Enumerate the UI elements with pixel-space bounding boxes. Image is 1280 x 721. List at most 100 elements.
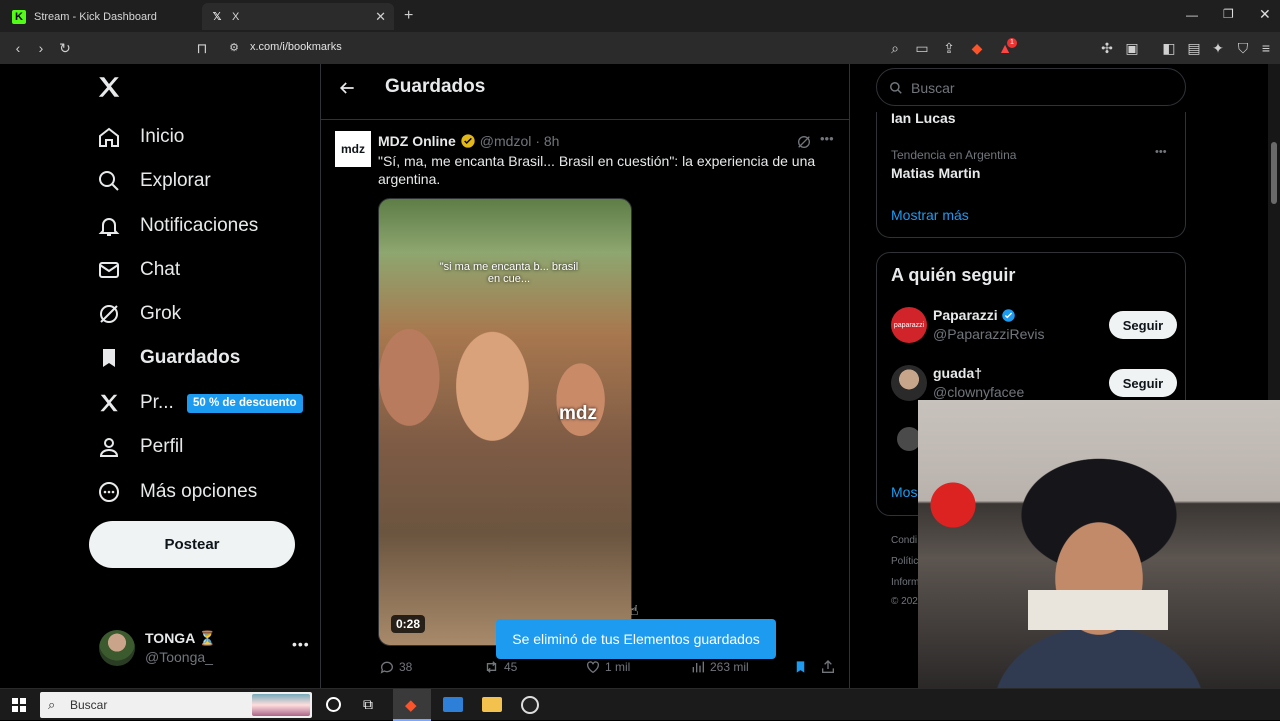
discount-badge[interactable]: 50 % de descuento <box>187 394 303 413</box>
trend-more-icon[interactable]: ••• <box>1155 146 1167 158</box>
retweet-icon <box>486 661 497 673</box>
trend-item[interactable]: Ian Lucas <box>891 110 956 126</box>
search-input[interactable]: Buscar <box>876 68 1186 106</box>
main-column: Guardados mdz MDZ Online @mdzol · 8h •••… <box>320 64 850 688</box>
tab-kick-dashboard[interactable]: K Stream - Kick Dashboard <box>4 3 200 30</box>
follow-button[interactable]: Seguir <box>1109 311 1177 339</box>
maximize-icon[interactable]: ❐ <box>1223 7 1234 21</box>
brave-taskbar-button[interactable]: ◆ <box>393 689 431 721</box>
tab-label: Stream - Kick Dashboard <box>34 10 157 23</box>
account-switcher[interactable]: TONGA ⏳ @Toonga_ ••• <box>99 630 309 670</box>
tab-x[interactable]: 𝕏 X ✕ <box>202 3 394 30</box>
follow-button[interactable]: Seguir <box>1109 369 1177 397</box>
x-logo-icon[interactable] <box>96 74 122 100</box>
wallet-icon[interactable]: ▤ <box>1186 40 1202 56</box>
browser-tab-bar: K Stream - Kick Dashboard 𝕏 X ✕ + — ❐ ✕ <box>0 0 1280 32</box>
site-settings-icon[interactable]: ⚙ <box>226 40 242 56</box>
show-more-link[interactable]: Mostrar más <box>891 207 969 223</box>
avatar[interactable]: paparazzi <box>891 307 927 343</box>
taskbar-search-placeholder: Buscar <box>70 698 108 712</box>
file-explorer-icon[interactable] <box>482 697 502 712</box>
tweet-avatar[interactable]: mdz <box>335 131 371 167</box>
webcam-overlay <box>918 400 1280 688</box>
forward-icon[interactable]: › <box>33 40 49 56</box>
nav-label: Más opciones <box>140 481 258 502</box>
footer-link[interactable]: Inform <box>891 577 919 588</box>
tweet-more-icon[interactable]: ••• <box>820 131 834 146</box>
nav-item-perfil[interactable]: Perfil <box>96 432 183 462</box>
tweet-time[interactable]: · 8h <box>535 133 559 149</box>
post-button[interactable]: Postear <box>89 521 295 568</box>
extensions-icon[interactable]: ✣ <box>1099 40 1115 56</box>
reply-button[interactable]: 38 <box>379 659 412 675</box>
nav-item-notificaciones[interactable]: Notificaciones <box>96 211 258 241</box>
nav-item-inicio[interactable]: Inicio <box>96 122 184 152</box>
cortana-icon[interactable] <box>326 697 341 712</box>
views-button[interactable]: 263 mil <box>690 659 749 675</box>
trends-panel: Ian Lucas Tendencia en Argentina ••• Mat… <box>876 110 1186 238</box>
video-watermark: mdz <box>559 403 597 424</box>
search-placeholder: Buscar <box>911 80 955 96</box>
task-view-icon[interactable]: ⧉ <box>363 696 373 713</box>
share-icon[interactable]: ⇪ <box>941 40 957 56</box>
share-tweet-icon[interactable] <box>820 659 836 675</box>
nav-item-chat[interactable]: Chat <box>96 255 180 285</box>
cast-icon[interactable]: ▭ <box>914 40 930 56</box>
taskbar-search[interactable]: ⌕ Buscar <box>40 692 312 718</box>
scrollbar-thumb[interactable] <box>1271 142 1277 204</box>
trend-item[interactable]: Matias Martin <box>891 165 980 181</box>
sidebar-icon[interactable]: ◧ <box>1161 40 1177 56</box>
vpn-icon[interactable]: ⛉ <box>1235 40 1251 56</box>
avatar[interactable] <box>891 365 927 401</box>
tweet-video[interactable]: "si ma me encanta b... brasil en cue... … <box>378 198 632 646</box>
brave-shield-icon[interactable]: ◆ <box>969 40 985 56</box>
person-icon <box>96 434 122 460</box>
chart-icon <box>692 661 704 673</box>
tweet-text: "Sí, ma, me encanta Brasil... Brasil en … <box>378 153 816 187</box>
nav-item-premium[interactable]: Pr... <box>96 388 174 418</box>
grok-explain-icon[interactable] <box>796 134 812 150</box>
follow-title: A quién seguir <box>891 265 1016 285</box>
verified-gold-icon <box>460 133 476 149</box>
obs-icon[interactable] <box>521 696 539 714</box>
back-arrow-icon[interactable] <box>337 78 357 98</box>
nav-item-guardados[interactable]: Guardados <box>96 343 240 373</box>
footer-copyright: © 202 <box>891 596 918 607</box>
leo-ai-icon[interactable]: ✦ <box>1210 40 1226 56</box>
menu-icon[interactable]: ≡ <box>1258 40 1274 56</box>
more-circle-icon <box>96 479 122 505</box>
more-icon[interactable]: ••• <box>292 636 310 652</box>
nav-item-grok[interactable]: Grok <box>96 299 181 329</box>
nav-item-explorar[interactable]: Explorar <box>96 166 211 196</box>
like-button[interactable]: 1 mil <box>585 659 630 675</box>
bookmark-icon <box>96 345 122 371</box>
kick-icon: K <box>12 9 26 24</box>
back-icon[interactable]: ‹ <box>10 40 26 56</box>
x-icon: 𝕏 <box>212 11 222 23</box>
mail-app-icon[interactable] <box>443 697 463 712</box>
show-more-link[interactable]: Mos <box>891 484 917 500</box>
windows-start-icon[interactable] <box>12 698 26 712</box>
windows-taskbar: ⌕ Buscar ⧉ ◆ <box>0 688 1280 721</box>
bookmark-page-icon[interactable]: ⊓ <box>194 40 210 56</box>
footer-link[interactable]: Condi <box>891 535 917 546</box>
zoom-icon[interactable]: ⌕ <box>887 40 903 56</box>
retweet-button[interactable]: 45 <box>483 659 517 675</box>
new-tab-button[interactable]: + <box>404 7 413 25</box>
tweet-author[interactable]: MDZ Online <box>378 133 456 149</box>
reload-icon[interactable]: ↻ <box>57 40 73 56</box>
minimize-icon[interactable]: — <box>1186 8 1198 22</box>
suggestion-name[interactable]: guada† <box>933 365 982 381</box>
suggestion-name[interactable]: Paparazzi <box>933 307 1016 323</box>
tweet-card[interactable]: mdz MDZ Online @mdzol · 8h ••• "Sí, ma, … <box>321 121 849 691</box>
heart-icon <box>587 661 599 674</box>
nav-label: Guardados <box>140 347 241 368</box>
address-bar[interactable]: x.com/i/bookmarks <box>250 41 342 53</box>
close-window-icon[interactable]: ✕ <box>1259 6 1271 23</box>
footer-link[interactable]: Polític <box>891 556 918 567</box>
extension-icon[interactable]: ▣ <box>1124 40 1140 56</box>
nav-item-mas-opciones[interactable]: Más opciones <box>96 477 257 507</box>
bookmark-filled-icon[interactable] <box>793 659 808 675</box>
tweet-handle[interactable]: @mdzol <box>480 133 532 149</box>
close-tab-icon[interactable]: ✕ <box>375 9 386 25</box>
